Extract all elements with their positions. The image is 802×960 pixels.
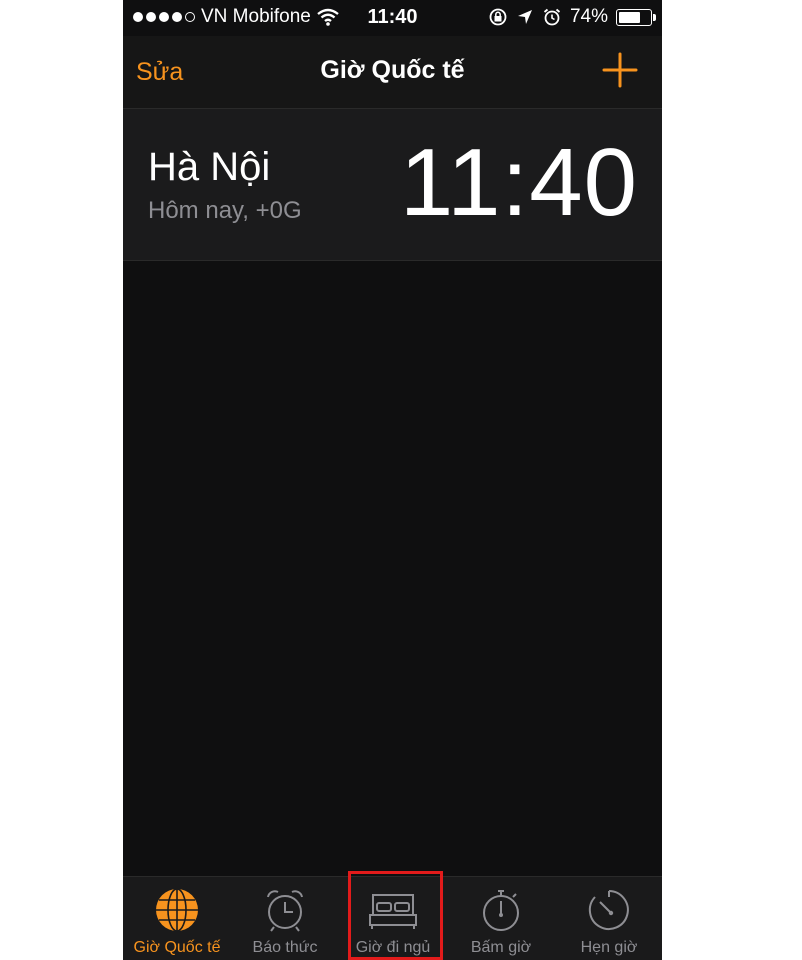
tab-label: Giờ Quốc tế (133, 939, 221, 956)
alarm-clock-icon (267, 890, 303, 932)
battery-fill (619, 11, 640, 23)
page-title: Giờ Quốc tế (320, 56, 465, 84)
stopwatch-icon (483, 890, 519, 931)
tab-world-clock[interactable]: Giờ Quốc tế (123, 877, 231, 960)
highlight-box (348, 871, 443, 960)
orientation-lock-icon (489, 8, 507, 26)
tab-stopwatch[interactable]: Bấm giờ (447, 877, 555, 960)
phone-screen: VN Mobifone 11:40 74% Sửa Giờ Quốc tế Hà… (123, 0, 662, 960)
status-right: 74% (488, 6, 656, 28)
location-arrow-icon (517, 10, 532, 24)
clock-time: 11:40 (399, 129, 638, 236)
tab-label: Bấm giờ (470, 939, 532, 956)
status-bar: VN Mobifone 11:40 74% (123, 0, 662, 36)
globe-icon (156, 888, 198, 932)
plus-icon[interactable] (600, 50, 640, 90)
tab-alarm[interactable]: Báo thức (231, 877, 339, 960)
tab-label: Báo thức (252, 939, 318, 956)
timer-icon (588, 890, 629, 930)
city-name: Hà Nội (148, 145, 271, 189)
tab-timer[interactable]: Hẹn giờ (555, 877, 662, 960)
time-offset: Hôm nay, +0G (148, 197, 302, 224)
navigation-bar: Sửa Giờ Quốc tế (123, 36, 662, 109)
battery-tip (653, 13, 656, 21)
battery-percent: 74% (569, 6, 608, 27)
alarm-status-icon (543, 8, 561, 26)
world-clock-row[interactable]: Hà Nội Hôm nay, +0G 11:40 (123, 109, 662, 261)
tab-label: Hẹn giờ (580, 939, 638, 956)
battery-icon (616, 8, 656, 26)
